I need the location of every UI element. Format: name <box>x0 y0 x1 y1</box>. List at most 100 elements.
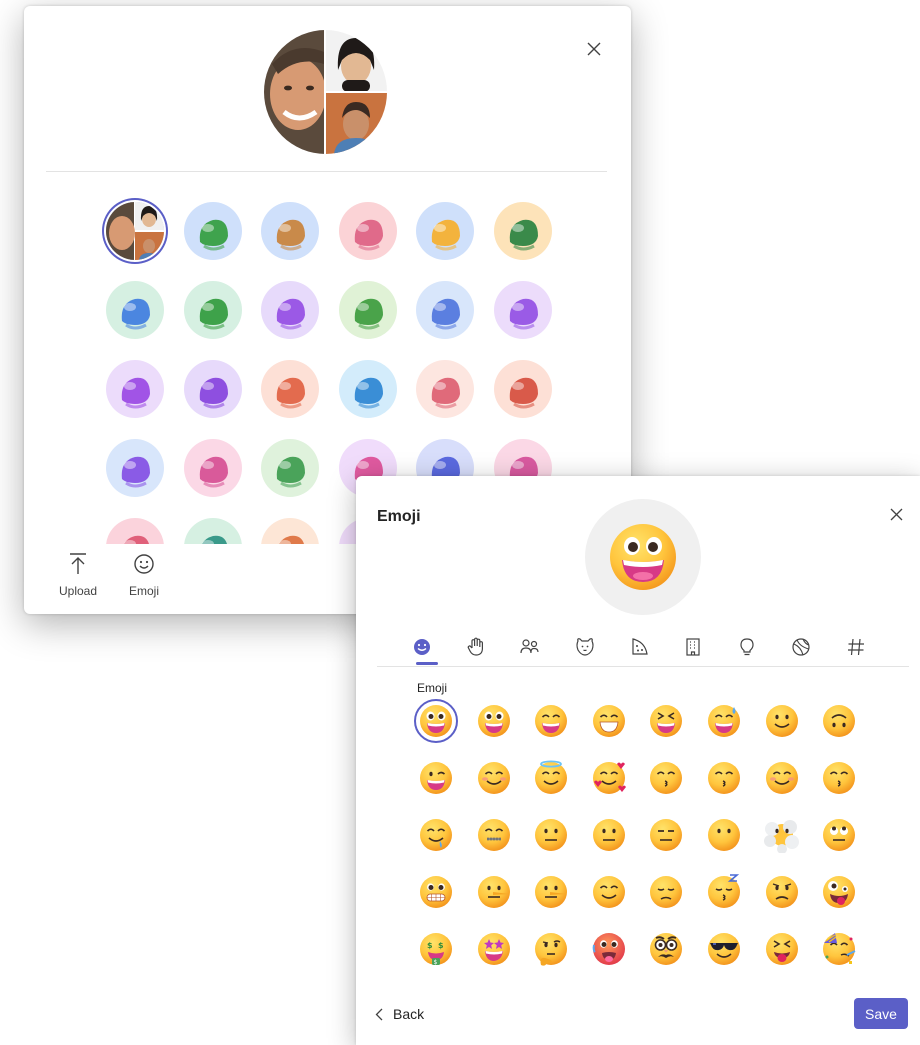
pensive-face-emoji[interactable] <box>648 874 684 910</box>
avatar-calendar[interactable] <box>183 439 242 497</box>
tab-animal[interactable] <box>569 632 601 662</box>
worried-face-emoji[interactable] <box>764 874 800 910</box>
beaming-face-emoji[interactable] <box>591 703 627 739</box>
tab-ball[interactable] <box>785 632 817 662</box>
tab-hashtag[interactable] <box>840 632 872 662</box>
avatar-flame-hands[interactable] <box>261 281 319 339</box>
squinting-laughing-face-emoji[interactable] <box>648 703 684 739</box>
avatar-thinking-face[interactable] <box>416 202 474 260</box>
tab-lightbulb[interactable] <box>731 632 763 662</box>
people-icon <box>520 639 539 654</box>
avatar-octopus[interactable] <box>183 360 242 418</box>
avatar-camera[interactable] <box>106 439 164 497</box>
face-raised-eyebrow-emoji[interactable] <box>533 817 569 853</box>
avatar-rocket[interactable] <box>261 439 319 497</box>
avatar-beetle[interactable] <box>493 202 552 260</box>
upload-button[interactable]: Upload <box>54 552 102 608</box>
lying-face-emoji[interactable] <box>476 874 512 910</box>
grinning-face-big-eyes-emoji[interactable] <box>418 703 454 739</box>
smiling-face-sunglasses-emoji[interactable] <box>706 931 742 967</box>
face-in-clouds-emoji[interactable] <box>763 817 800 853</box>
svg-text:$: $ <box>434 959 438 966</box>
avatar-potions[interactable] <box>416 360 474 418</box>
avatar-ice-cream[interactable] <box>493 360 552 418</box>
smiling-face-hearts-emoji[interactable] <box>591 760 627 796</box>
selected-emoji-preview <box>585 499 701 615</box>
close-icon <box>587 42 601 56</box>
emoji-button[interactable]: Emoji <box>120 552 168 608</box>
kissing-face-smiling-eyes-emoji[interactable] <box>821 760 857 796</box>
active-tab-indicator <box>416 662 438 665</box>
svg-text:$: $ <box>427 941 433 950</box>
dialog-title: Emoji <box>377 508 421 525</box>
slightly-smiling-face-emoji[interactable] <box>764 703 800 739</box>
avatar-balloon[interactable] <box>261 518 319 544</box>
squinting-tongue-face-emoji[interactable] <box>764 931 800 967</box>
back-label: Back <box>393 1006 425 1022</box>
avatar-heart-hands[interactable] <box>493 281 552 339</box>
smiling-face-halo-emoji[interactable] <box>533 760 569 796</box>
tab-hand[interactable] <box>460 632 492 662</box>
grinning-face-sweat-emoji[interactable] <box>706 703 742 739</box>
building-icon <box>686 638 700 656</box>
emoji-label: Emoji <box>128 584 159 598</box>
tab-people[interactable] <box>514 632 546 662</box>
tab-food[interactable] <box>623 632 655 662</box>
tab-smiley[interactable] <box>406 632 438 662</box>
expressionless-face-emoji[interactable] <box>648 817 684 853</box>
winking-face-emoji[interactable] <box>418 760 454 796</box>
divider <box>46 171 607 172</box>
smiling-face-emoji[interactable] <box>764 760 800 796</box>
lightbulb-icon <box>740 638 754 656</box>
smiley-icon <box>414 639 430 655</box>
avatar-film[interactable] <box>183 518 242 544</box>
grinning-face-smiling-eyes-emoji[interactable] <box>533 703 569 739</box>
section-label: Emoji <box>417 681 448 695</box>
drooling-face-emoji[interactable] <box>418 817 454 853</box>
svg-text:$: $ <box>438 941 444 950</box>
food-icon <box>632 638 648 655</box>
neutral-face-emoji[interactable] <box>591 817 627 853</box>
avatar-heart[interactable] <box>106 518 164 544</box>
kissing-face-emoji[interactable] <box>706 760 742 796</box>
back-button[interactable]: Back <box>375 1002 424 1026</box>
avatar-star-hand[interactable] <box>338 281 397 339</box>
thinking-face-emoji[interactable] <box>533 931 569 967</box>
avatar-group-photo[interactable] <box>106 202 164 260</box>
avatar-monster[interactable] <box>106 360 164 418</box>
disguised-face-emoji[interactable] <box>648 931 684 967</box>
avatar-handshake[interactable] <box>416 281 474 339</box>
close-icon <box>890 508 902 520</box>
emoji-picker-dialog: Emoji Emoji $ $ $ Back Save <box>356 476 920 1045</box>
star-struck-emoji[interactable] <box>476 931 512 967</box>
upside-down-face-emoji[interactable] <box>821 703 857 739</box>
money-mouth-face-emoji[interactable]: $ $ $ <box>418 931 454 967</box>
face-blowing-kiss-emoji[interactable] <box>648 760 684 796</box>
sleeping-face-emoji[interactable] <box>706 874 742 910</box>
pinocchio-face-emoji[interactable] <box>533 874 569 910</box>
upload-icon <box>70 553 86 574</box>
avatar-camping[interactable] <box>183 202 242 260</box>
tab-building[interactable] <box>677 632 709 662</box>
avatar-robot[interactable] <box>338 202 397 260</box>
zipper-mouth-face-emoji[interactable] <box>476 817 512 853</box>
face-without-mouth-emoji[interactable] <box>706 817 742 853</box>
hand-icon <box>467 637 484 656</box>
close-button[interactable] <box>581 36 607 62</box>
avatar-cookie[interactable] <box>261 360 319 418</box>
partying-face-emoji[interactable] <box>821 931 857 967</box>
save-button[interactable]: Save <box>854 998 908 1029</box>
grinning-face-wide-emoji[interactable] <box>476 703 512 739</box>
zany-face-emoji[interactable] <box>821 874 857 910</box>
smiling-face-smiling-eyes-emoji[interactable] <box>476 760 512 796</box>
face-rolling-eyes-emoji[interactable] <box>821 817 857 853</box>
relieved-face-emoji[interactable] <box>591 874 627 910</box>
avatar-sprout[interactable] <box>183 281 242 339</box>
close-button[interactable] <box>884 502 908 526</box>
grimacing-face-emoji[interactable] <box>418 874 454 910</box>
avatar-dog[interactable] <box>261 202 319 260</box>
avatar-cat-bucket[interactable] <box>338 360 397 418</box>
divider <box>377 666 909 667</box>
hot-face-emoji[interactable] <box>591 931 627 967</box>
avatar-hands-touch[interactable] <box>106 281 164 339</box>
